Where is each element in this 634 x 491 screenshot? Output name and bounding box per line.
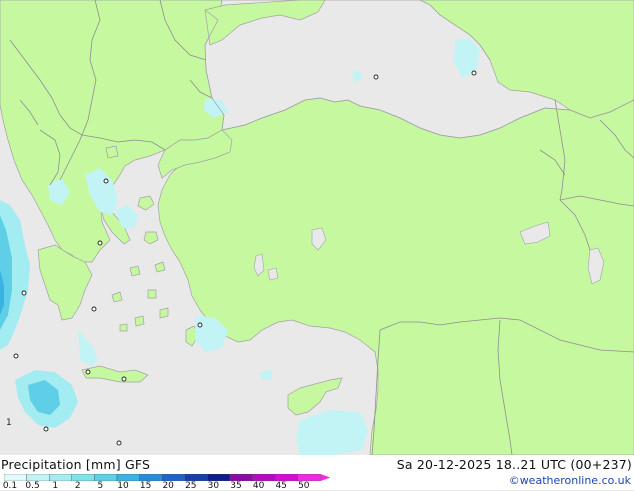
precip-color-scale xyxy=(4,474,330,481)
legend-footer: Precipitation [mm] GFS Sa 20-12-2025 18.… xyxy=(0,455,634,491)
forecast-time: Sa 20-12-2025 18..21 UTC (00+237) xyxy=(396,457,632,472)
scale-swatch xyxy=(297,474,321,481)
scale-swatch xyxy=(71,474,95,481)
scale-swatch xyxy=(161,474,185,481)
scale-swatch xyxy=(139,474,163,481)
credit-link[interactable]: ©weatheronline.co.uk xyxy=(509,474,631,487)
scale-arrow xyxy=(320,474,330,481)
grid-corner-label: 1 xyxy=(6,418,12,428)
precipitation-map: 1 xyxy=(0,0,634,455)
scale-swatch xyxy=(229,474,253,481)
scale-swatch xyxy=(94,474,118,481)
scale-swatch xyxy=(252,474,276,481)
scale-swatch xyxy=(116,474,140,481)
scale-swatch xyxy=(275,474,299,481)
legend-title: Precipitation [mm] GFS xyxy=(1,457,151,472)
scale-swatch xyxy=(26,474,50,481)
scale-swatch xyxy=(207,474,231,481)
scale-swatch xyxy=(4,474,27,481)
scale-swatch xyxy=(49,474,73,481)
scale-swatch xyxy=(184,474,208,481)
